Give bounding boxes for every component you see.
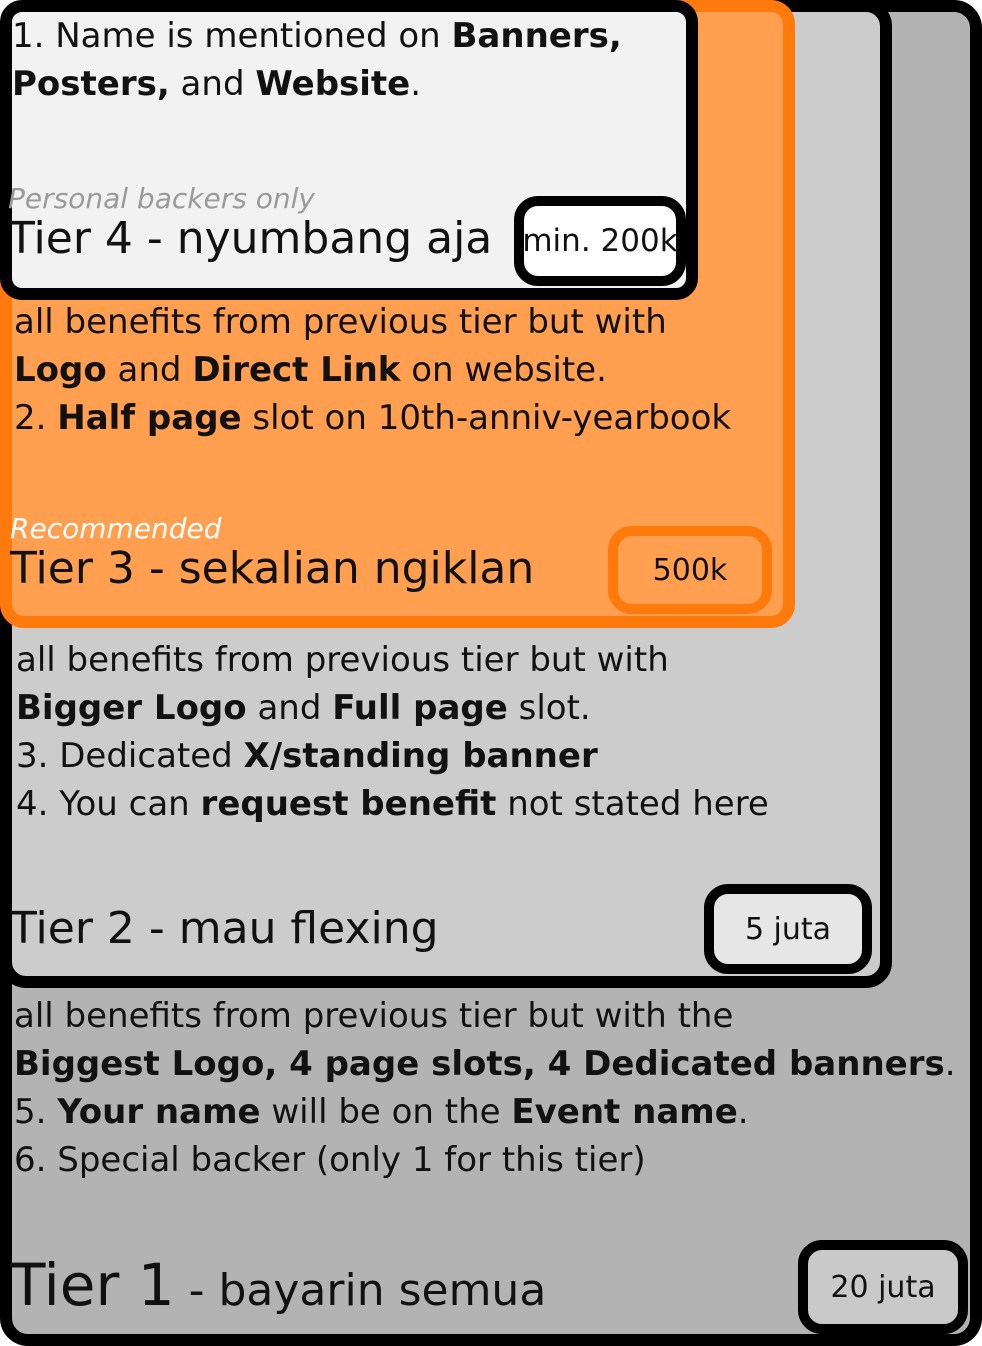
benefit-text: 1. Name is mentioned on bbox=[12, 16, 452, 56]
benefit-text: 2. bbox=[14, 398, 58, 438]
benefit-bold: Logo bbox=[14, 350, 107, 390]
price-label: 500k bbox=[652, 552, 728, 588]
tier-4-price-badge: min. 200k bbox=[514, 196, 686, 286]
tier-2-benefits: all benefits from previous tier but with… bbox=[16, 636, 769, 828]
tier-3-tag: Recommended bbox=[10, 512, 222, 545]
benefit-bold: Event name bbox=[511, 1092, 738, 1132]
tier-1-price-badge: 20 juta bbox=[798, 1240, 968, 1334]
benefit-text: on website. bbox=[400, 350, 607, 390]
tier-1-title-rest: - bayarin semua bbox=[174, 1265, 547, 1316]
price-label: 5 juta bbox=[744, 911, 832, 947]
benefit-line: all benefits from previous tier but with bbox=[14, 302, 667, 342]
benefit-text: . bbox=[410, 64, 422, 104]
benefit-bold: Banners, bbox=[451, 16, 622, 56]
benefit-bold: Biggest Logo, 4 page slots, 4 Dedicated … bbox=[14, 1044, 945, 1084]
benefit-line: all benefits from previous tier but with bbox=[16, 640, 669, 680]
benefit-line: 6. Special backer (only 1 for this tier) bbox=[14, 1140, 646, 1180]
benefit-bold: Your name bbox=[57, 1092, 261, 1132]
benefit-bold: Half page bbox=[57, 398, 242, 438]
benefit-text: and bbox=[106, 350, 193, 390]
benefit-bold: Bigger Logo bbox=[16, 688, 247, 728]
price-label: 20 juta bbox=[830, 1269, 936, 1305]
benefit-text: not stated here bbox=[496, 784, 769, 824]
tier-2-price-badge: 5 juta bbox=[704, 884, 872, 974]
benefit-text: 3. Dedicated bbox=[16, 736, 244, 776]
benefit-bold: Website bbox=[255, 64, 411, 104]
benefit-text: and bbox=[246, 688, 333, 728]
tier-3-price-badge: 500k bbox=[608, 526, 772, 614]
benefit-bold: Posters, bbox=[12, 64, 170, 104]
tier-4-tag: Personal backers only bbox=[8, 182, 315, 215]
tier-3-benefits: all benefits from previous tier but with… bbox=[14, 298, 731, 442]
tier-1-title-main: Tier 1 bbox=[10, 1251, 175, 1319]
benefit-text: slot. bbox=[507, 688, 591, 728]
benefit-bold: Direct Link bbox=[192, 350, 401, 390]
price-label: min. 200k bbox=[522, 223, 678, 259]
benefit-line: all benefits from previous tier but with… bbox=[14, 996, 734, 1036]
tier-1-title: Tier 1 - bayarin semua bbox=[10, 1256, 547, 1316]
benefit-bold: request benefit bbox=[200, 784, 497, 824]
benefit-text: . bbox=[944, 1044, 956, 1084]
benefit-text: and bbox=[169, 64, 256, 104]
tier-3-title: Tier 3 - sekalian ngiklan bbox=[10, 543, 535, 594]
benefit-text: . bbox=[737, 1092, 749, 1132]
benefit-text: 5. bbox=[14, 1092, 58, 1132]
tier-2-title: Tier 2 - mau flexing bbox=[10, 903, 439, 954]
tier-1-benefits: all benefits from previous tier but with… bbox=[14, 992, 956, 1184]
benefit-text: will be on the bbox=[260, 1092, 512, 1132]
benefit-bold: Full page bbox=[332, 688, 508, 728]
tier-4-benefits: 1. Name is mentioned on Banners, Posters… bbox=[12, 12, 622, 108]
tier-4-title: Tier 4 - nyumbang aja bbox=[8, 213, 493, 264]
benefit-text: slot on 10th-anniv-yearbook bbox=[241, 398, 732, 438]
benefit-text: 4. You can bbox=[16, 784, 201, 824]
benefit-bold: X/standing banner bbox=[243, 736, 598, 776]
